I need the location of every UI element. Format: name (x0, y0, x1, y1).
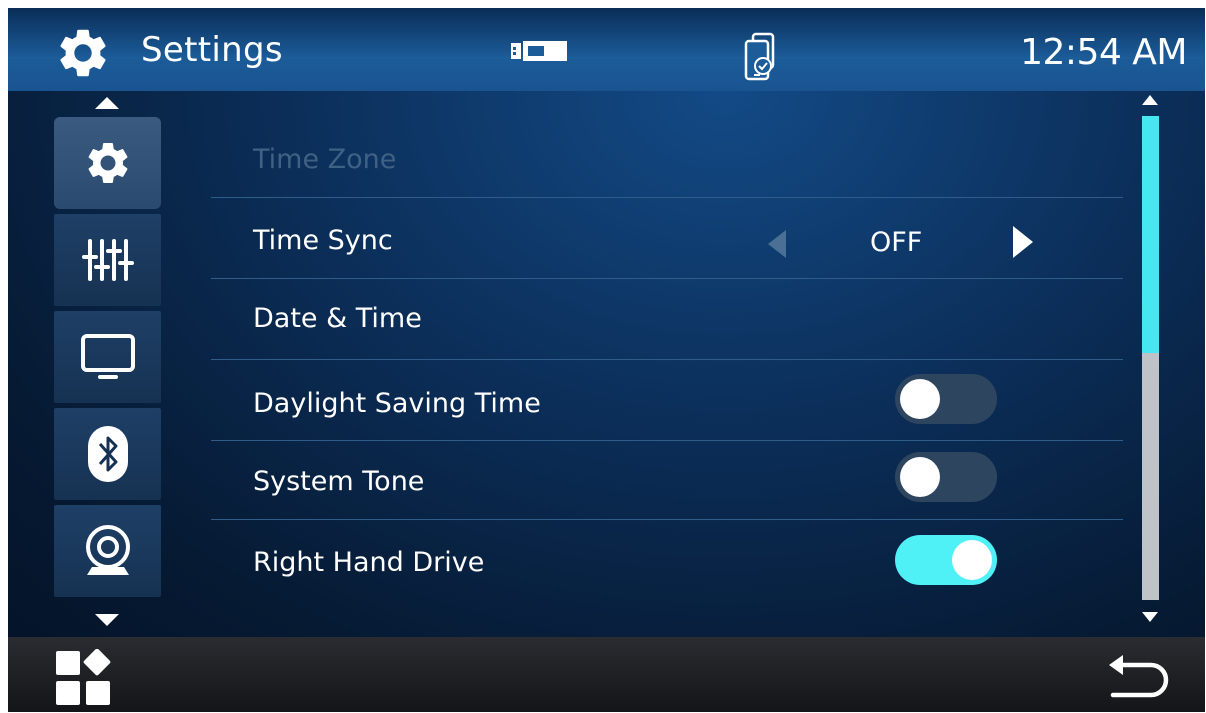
scroll-up-icon[interactable] (1142, 95, 1158, 105)
toggle-knob (900, 457, 940, 497)
divider (211, 519, 1123, 520)
daylight-saving-toggle[interactable] (895, 374, 997, 424)
gear-icon (60, 29, 106, 77)
sidebar-item-camera[interactable] (54, 505, 161, 597)
sidebar-scroll-up-icon[interactable] (95, 97, 119, 109)
right-hand-drive-label: Right Hand Drive (253, 547, 485, 578)
date-time-item[interactable]: Date & Time (253, 303, 422, 334)
sidebar-item-general[interactable] (54, 117, 161, 209)
status-bar: Settings 12:54 AM (8, 8, 1205, 91)
scrollbar-track[interactable] (1142, 116, 1159, 600)
page-title: Settings (141, 30, 283, 70)
time-sync-prev-icon[interactable] (768, 230, 786, 258)
scrollbar-thumb[interactable] (1142, 116, 1159, 354)
time-sync-value: OFF (870, 227, 923, 258)
right-hand-drive-toggle[interactable] (895, 535, 997, 585)
daylight-saving-label: Daylight Saving Time (253, 388, 541, 419)
sidebar-scroll-down-icon[interactable] (95, 614, 119, 626)
divider (211, 359, 1123, 360)
scroll-down-icon[interactable] (1142, 612, 1158, 622)
equalizer-icon (81, 239, 134, 281)
divider (211, 278, 1123, 279)
settings-screen: Settings 12:54 AM Time Zone Time Sync OF… (8, 8, 1205, 712)
time-sync-label: Time Sync (253, 225, 393, 256)
monitor-icon (80, 334, 135, 379)
system-tone-label: System Tone (253, 466, 425, 497)
bottom-bar (8, 637, 1205, 712)
system-tone-toggle[interactable] (895, 452, 997, 502)
toggle-knob (900, 379, 940, 419)
time-zone-label[interactable]: Time Zone (253, 144, 396, 175)
divider (211, 197, 1123, 198)
divider (211, 440, 1123, 441)
camera-icon (85, 525, 130, 575)
phone-sync-icon (744, 32, 775, 81)
bluetooth-icon (87, 426, 128, 482)
clock-time: 12:54 AM (1020, 32, 1187, 73)
apps-grid-icon[interactable] (56, 649, 112, 705)
time-sync-next-icon[interactable] (1013, 226, 1033, 258)
sidebar-item-audio[interactable] (54, 214, 161, 306)
back-icon[interactable] (1107, 655, 1169, 699)
sidebar-item-bluetooth[interactable] (54, 408, 161, 500)
settings-content (8, 91, 1205, 637)
usb-icon (511, 41, 567, 61)
sidebar-item-display[interactable] (54, 311, 161, 403)
gear-icon (88, 143, 127, 183)
toggle-knob (952, 540, 992, 580)
